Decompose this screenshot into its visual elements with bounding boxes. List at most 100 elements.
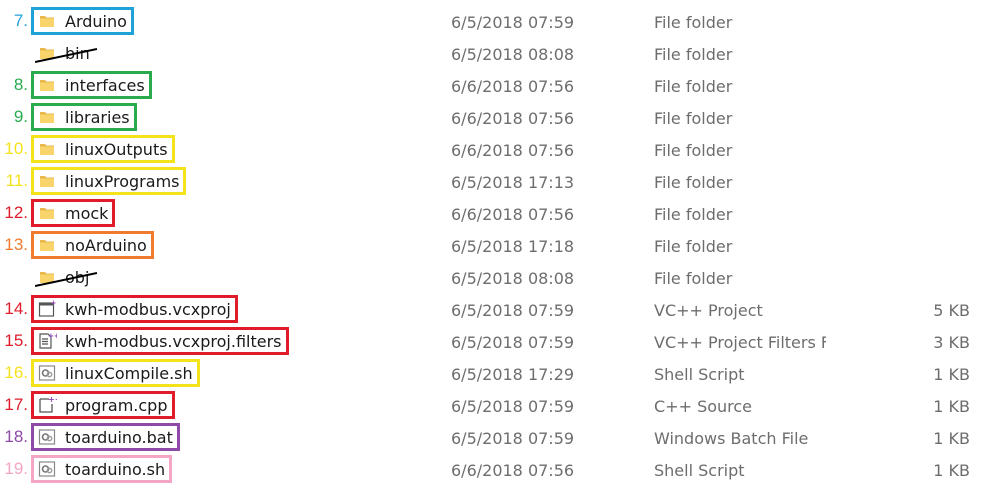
file-type: File folder: [654, 13, 733, 32]
file-size: 1 KB: [933, 397, 970, 416]
name-highlight-box[interactable]: ++ kwh-modbus.vcxproj.filters: [31, 327, 289, 355]
file-name: linuxPrograms: [65, 171, 180, 191]
file-row[interactable]: 8. interfaces 6/6/2018 07:56 File folder: [0, 69, 984, 101]
name-highlight-box[interactable]: toarduino.bat: [31, 423, 180, 451]
file-row[interactable]: 10. linuxOutputs 6/6/2018 07:56 File fol…: [0, 133, 984, 165]
name-highlight-box[interactable]: linuxOutputs: [31, 135, 175, 163]
file-name: obj: [65, 267, 90, 287]
file-name: linuxCompile.sh: [65, 363, 193, 383]
file-type: Windows Batch File: [654, 429, 809, 448]
file-name: kwh-modbus.vcxproj.filters: [65, 331, 282, 351]
script-icon: [37, 427, 57, 447]
file-row[interactable]: 14. ++ kwh-modbus.vcxproj 6/5/2018 07:59…: [0, 293, 984, 325]
file-row[interactable]: 13. noArduino 6/5/2018 17:18 File folder: [0, 229, 984, 261]
file-row[interactable]: bin 6/5/2018 08:08 File folder: [0, 37, 984, 69]
file-name: bin: [65, 43, 90, 63]
file-row[interactable]: 19. toarduino.sh 6/6/2018 07:56 Shell Sc…: [0, 453, 984, 485]
annotation-number: 9.: [13, 107, 28, 126]
name-highlight-box[interactable]: mock: [31, 199, 116, 227]
name-highlight-box[interactable]: interfaces: [31, 71, 152, 99]
file-name: libraries: [65, 107, 130, 127]
folder-icon: [37, 43, 57, 63]
cpp-icon: ++: [37, 395, 61, 415]
file-name: mock: [65, 203, 109, 223]
file-name: linuxOutputs: [65, 139, 168, 159]
file-row[interactable]: 17. ++ program.cpp 6/5/2018 07:59 C++ So…: [0, 389, 984, 421]
date-modified: 6/6/2018 07:56: [451, 461, 575, 480]
file-type: C++ Source: [654, 397, 753, 416]
file-size: 5 KB: [933, 301, 970, 320]
date-modified: 6/6/2018 07:56: [451, 109, 575, 128]
annotation-number: 19.: [4, 459, 28, 478]
annotation-number: 13.: [4, 235, 28, 254]
name-highlight-box[interactable]: toarduino.sh: [31, 455, 173, 483]
file-type: File folder: [654, 77, 733, 96]
name-highlight-box[interactable]: libraries: [31, 103, 137, 131]
date-modified: 6/6/2018 07:56: [451, 77, 575, 96]
date-modified: 6/5/2018 17:13: [451, 173, 575, 192]
file-type: VC++ Project: [654, 301, 763, 320]
svg-text:++: ++: [51, 299, 58, 307]
date-modified: 6/5/2018 07:59: [451, 429, 575, 448]
annotation-number: 14.: [4, 299, 28, 318]
annotation-number: 18.: [4, 427, 28, 446]
annotation-number: 10.: [4, 139, 28, 158]
script-icon: [37, 459, 57, 479]
file-row[interactable]: 7. Arduino 6/5/2018 07:59 File folder: [0, 5, 984, 37]
date-modified: 6/5/2018 07:59: [451, 301, 575, 320]
folder-icon: [37, 107, 57, 127]
folder-icon: [37, 11, 57, 31]
file-type: File folder: [654, 45, 733, 64]
name-highlight-box[interactable]: ++ program.cpp: [31, 391, 175, 419]
file-type: File folder: [654, 141, 733, 160]
annotation-number: 8.: [13, 75, 28, 94]
file-type: File folder: [654, 205, 733, 224]
name-highlight-box[interactable]: noArduino: [31, 231, 154, 259]
date-modified: 6/5/2018 17:29: [451, 365, 575, 384]
file-row[interactable]: 9. libraries 6/6/2018 07:56 File folder: [0, 101, 984, 133]
file-type: File folder: [654, 237, 733, 256]
filters-icon: ++: [37, 331, 60, 351]
folder-icon: [37, 75, 57, 95]
folder-icon: [37, 267, 57, 287]
name-highlight-box[interactable]: linuxPrograms: [31, 167, 187, 195]
file-name: program.cpp: [65, 395, 168, 415]
file-row[interactable]: 18. toarduino.bat 6/5/2018 07:59 Windows…: [0, 421, 984, 453]
file-type: File folder: [654, 269, 733, 288]
file-list: 7. Arduino 6/5/2018 07:59 File folder bi…: [0, 5, 984, 485]
annotation-number: 16.: [4, 363, 28, 382]
file-type: Shell Script: [654, 461, 745, 480]
file-name: noArduino: [65, 235, 147, 255]
file-size: 3 KB: [933, 333, 970, 352]
svg-text:++: ++: [48, 332, 57, 340]
date-modified: 6/5/2018 17:18: [451, 237, 575, 256]
file-row[interactable]: 16. linuxCompile.sh 6/5/2018 17:29 Shell…: [0, 357, 984, 389]
file-row[interactable]: 12. mock 6/6/2018 07:56 File folder: [0, 197, 984, 229]
file-type: File folder: [654, 173, 733, 192]
vcxproj-icon: ++: [37, 299, 62, 319]
name-highlight-box[interactable]: Arduino: [31, 7, 134, 35]
file-size: 1 KB: [933, 461, 970, 480]
annotation-number: 17.: [4, 395, 28, 414]
annotation-number: 12.: [4, 203, 28, 222]
name-highlight-box[interactable]: bin: [31, 39, 97, 67]
name-highlight-box[interactable]: obj: [31, 263, 96, 291]
date-modified: 6/6/2018 07:56: [451, 141, 575, 160]
folder-icon: [37, 203, 57, 223]
file-name: toarduino.sh: [65, 459, 166, 479]
folder-icon: [37, 139, 57, 159]
name-highlight-box[interactable]: ++ kwh-modbus.vcxproj: [31, 295, 238, 323]
svg-text:++: ++: [48, 395, 57, 404]
file-row[interactable]: obj 6/5/2018 08:08 File folder: [0, 261, 984, 293]
date-modified: 6/6/2018 07:56: [451, 205, 575, 224]
annotation-number: 11.: [5, 171, 28, 190]
file-row[interactable]: 15. ++ kwh-modbus.vcxproj.filters 6/5/20…: [0, 325, 984, 357]
date-modified: 6/5/2018 07:59: [451, 333, 575, 352]
file-name: Arduino: [65, 11, 127, 31]
file-size: 1 KB: [933, 365, 970, 384]
name-highlight-box[interactable]: linuxCompile.sh: [31, 359, 200, 387]
annotation-number: 7.: [13, 11, 28, 30]
script-icon: [37, 363, 57, 383]
file-size: 1 KB: [933, 429, 970, 448]
file-row[interactable]: 11. linuxPrograms 6/5/2018 17:13 File fo…: [0, 165, 984, 197]
